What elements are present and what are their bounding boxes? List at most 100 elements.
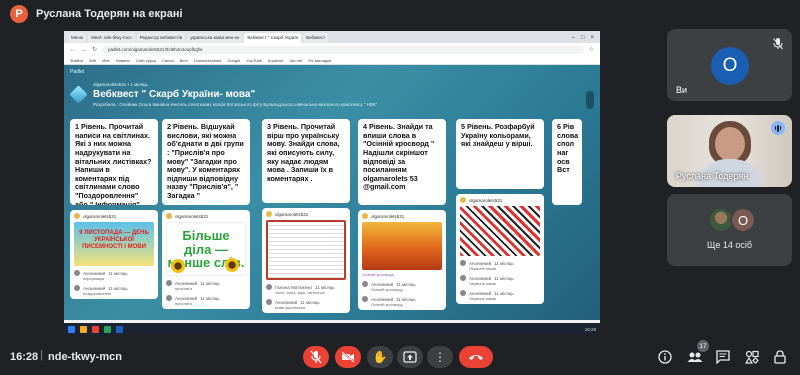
avatar xyxy=(460,275,466,281)
post-card[interactable]: olgamarolets531 9 ЛИСТОПАДА — ДЕНЬ УКРАЇ… xyxy=(70,210,158,299)
bookmark[interactable]: Google xyxy=(227,58,240,63)
leave-call-button[interactable] xyxy=(459,346,493,368)
post-card[interactable]: olgamarolets531 Більше діла — менше слів… xyxy=(162,210,250,309)
board-title: Вебквест " Скарб України- мова" xyxy=(93,89,256,100)
presenter-title: Руслана Тодерян на екрані xyxy=(36,7,183,20)
window-controls: – □ × xyxy=(566,35,600,43)
post-card[interactable]: olgamarolets531 Осінній кросворд Анонімн… xyxy=(358,210,446,310)
folder-icon[interactable] xyxy=(80,325,87,333)
post-caption[interactable]: Осінній кросворд xyxy=(362,272,442,277)
participant-name: Ви xyxy=(676,85,688,95)
presenter-tile[interactable]: Руслана Тодерян xyxy=(667,115,792,187)
column-heading: 5 Рівень. Розфарбуй Україну кольорами, я… xyxy=(456,119,544,189)
sunflower-icon xyxy=(225,258,239,272)
browser-icon[interactable] xyxy=(92,325,99,333)
comment-time: 11 місяць xyxy=(200,280,220,286)
back-icon[interactable]: ← xyxy=(70,47,76,53)
post-image[interactable]: Більше діла — менше слів. xyxy=(166,222,246,276)
comment-author: Анонімний xyxy=(175,280,198,286)
post-image[interactable]: 9 ЛИСТОПАДА — ДЕНЬ УКРАЇНСЬКОЇ ПИСЕМНОСТ… xyxy=(74,222,154,266)
browser-tab[interactable]: Вебквест xyxy=(303,33,329,43)
bookmark[interactable]: Ukr.net xyxy=(290,58,303,63)
forward-icon[interactable]: → xyxy=(81,47,87,53)
post-author: olgamarolets531 xyxy=(175,213,209,219)
shared-screen[interactable]: Меню Meet: nde-tkwy-mcn Редактор вебквес… xyxy=(64,31,600,335)
bookmark[interactable]: Сайт курсу xyxy=(136,58,156,63)
host-controls-button[interactable] xyxy=(772,349,788,365)
padlet-brand[interactable]: Padlet xyxy=(70,69,84,75)
avatar xyxy=(74,270,80,276)
board-scrollbar[interactable] xyxy=(586,71,596,291)
reload-icon[interactable]: ↻ xyxy=(92,46,97,53)
post-image[interactable] xyxy=(460,206,540,256)
avatar: О xyxy=(711,47,749,85)
comment-author: Галина Матвієнко xyxy=(275,284,313,290)
browser-tab[interactable]: українська мова мен-кн xyxy=(187,33,243,43)
info-button[interactable] xyxy=(657,349,673,365)
comment-text: Червоне маків xyxy=(469,281,496,286)
bookmark[interactable]: Новини xyxy=(116,58,130,63)
self-tile[interactable]: О Ви xyxy=(667,29,792,101)
start-icon[interactable] xyxy=(68,325,75,333)
comment-time: 11 місяць xyxy=(396,281,416,287)
word-icon[interactable] xyxy=(116,325,123,333)
participant-name: Руслана Тодерян xyxy=(676,171,749,181)
column-1: 1 Рівень. Прочитай написи на світлинах. … xyxy=(70,119,158,299)
raise-hand-button[interactable]: ✋ xyxy=(367,346,393,368)
activities-button[interactable] xyxy=(744,349,760,365)
address-bar: ← → ↻ padlet.com/olgamarolets531/9cl9h4n… xyxy=(64,43,600,56)
post-image[interactable] xyxy=(266,220,346,280)
taskbar-clock: 16:28 xyxy=(584,326,596,332)
close-icon[interactable]: × xyxy=(590,35,594,41)
post-author: olgamarolets531 xyxy=(371,213,405,219)
presenter-banner: Р Руслана Тодерян на екрані xyxy=(0,0,800,27)
bookmark[interactable]: Liveworksheets xyxy=(194,58,222,63)
avatar xyxy=(166,213,172,219)
avatar xyxy=(362,281,368,287)
minimize-icon[interactable]: – xyxy=(572,35,575,41)
maximize-icon[interactable]: □ xyxy=(581,35,585,41)
browser-tab[interactable]: Meet: nde-tkwy-mcn xyxy=(88,33,135,43)
bookmark[interactable]: Wifi xyxy=(89,58,96,63)
bookmark[interactable]: Усі закладки xyxy=(308,58,331,63)
post-author: olgamarolets531 xyxy=(275,211,309,217)
browser-tabstrip: Меню Meet: nde-tkwy-mcn Редактор вебквес… xyxy=(64,31,600,43)
bookmark[interactable]: Знайти xyxy=(70,58,83,63)
browser-tab[interactable]: Меню xyxy=(68,33,87,43)
browser-tab-active[interactable]: Вебквест " Скарб Україн xyxy=(244,33,302,43)
avatar xyxy=(266,299,272,305)
bookmark[interactable]: Вісті xyxy=(180,58,188,63)
post-image[interactable] xyxy=(362,222,442,270)
comment-author: Анонімний xyxy=(83,270,106,276)
divider: | xyxy=(40,349,43,361)
comment-time: 11 місяць xyxy=(108,270,128,276)
comment-time: 11 місяць xyxy=(494,290,514,296)
comment-time: 11 місяць xyxy=(494,260,514,266)
bookmark[interactable]: YouTube xyxy=(246,58,262,63)
camera-button[interactable] xyxy=(335,346,361,368)
bookmark[interactable]: Корисне xyxy=(268,58,283,63)
others-count: Ще 14 осіб xyxy=(706,240,753,250)
browser-tab[interactable]: Редактор вебквестів xyxy=(136,33,186,43)
column-6: 6 Рів слова спол наг осв Вст xyxy=(552,119,582,205)
post-card[interactable]: olgamarolets531 Анонімний 11 місяць Черво… xyxy=(456,194,544,304)
present-button[interactable] xyxy=(397,346,423,368)
meeting-time: 16:28 xyxy=(10,351,39,363)
url-field[interactable]: padlet.com/olgamarolets531/9cl9h4n4oupfb… xyxy=(102,45,584,54)
column-4: 4 Рівень. Знайди та впиши слова в "Осінн… xyxy=(358,119,446,310)
comment-author: Анонімний xyxy=(469,290,492,296)
more-icon: ⋮ xyxy=(434,350,446,364)
column-heading: 1 Рівень. Прочитай написи на світлинах. … xyxy=(70,119,158,205)
app-icon[interactable] xyxy=(104,325,111,333)
bookmark[interactable]: Canva xyxy=(162,58,174,63)
chat-button[interactable] xyxy=(715,349,731,365)
bookmark[interactable]: Vibe xyxy=(102,58,110,63)
mic-button[interactable] xyxy=(303,346,329,368)
comment-author: Анонімний xyxy=(175,295,198,301)
scroll-thumb[interactable] xyxy=(586,91,594,109)
comment-text: мова українська xyxy=(275,305,306,310)
more-button[interactable]: ⋮ xyxy=(427,346,453,368)
comment-text: Успіх, сила, віра, світлячок xyxy=(275,290,325,295)
post-card[interactable]: olgamarolets531 Галина Матвієнко 11 місяц… xyxy=(262,208,350,313)
star-icon[interactable]: ☆ xyxy=(589,46,594,53)
